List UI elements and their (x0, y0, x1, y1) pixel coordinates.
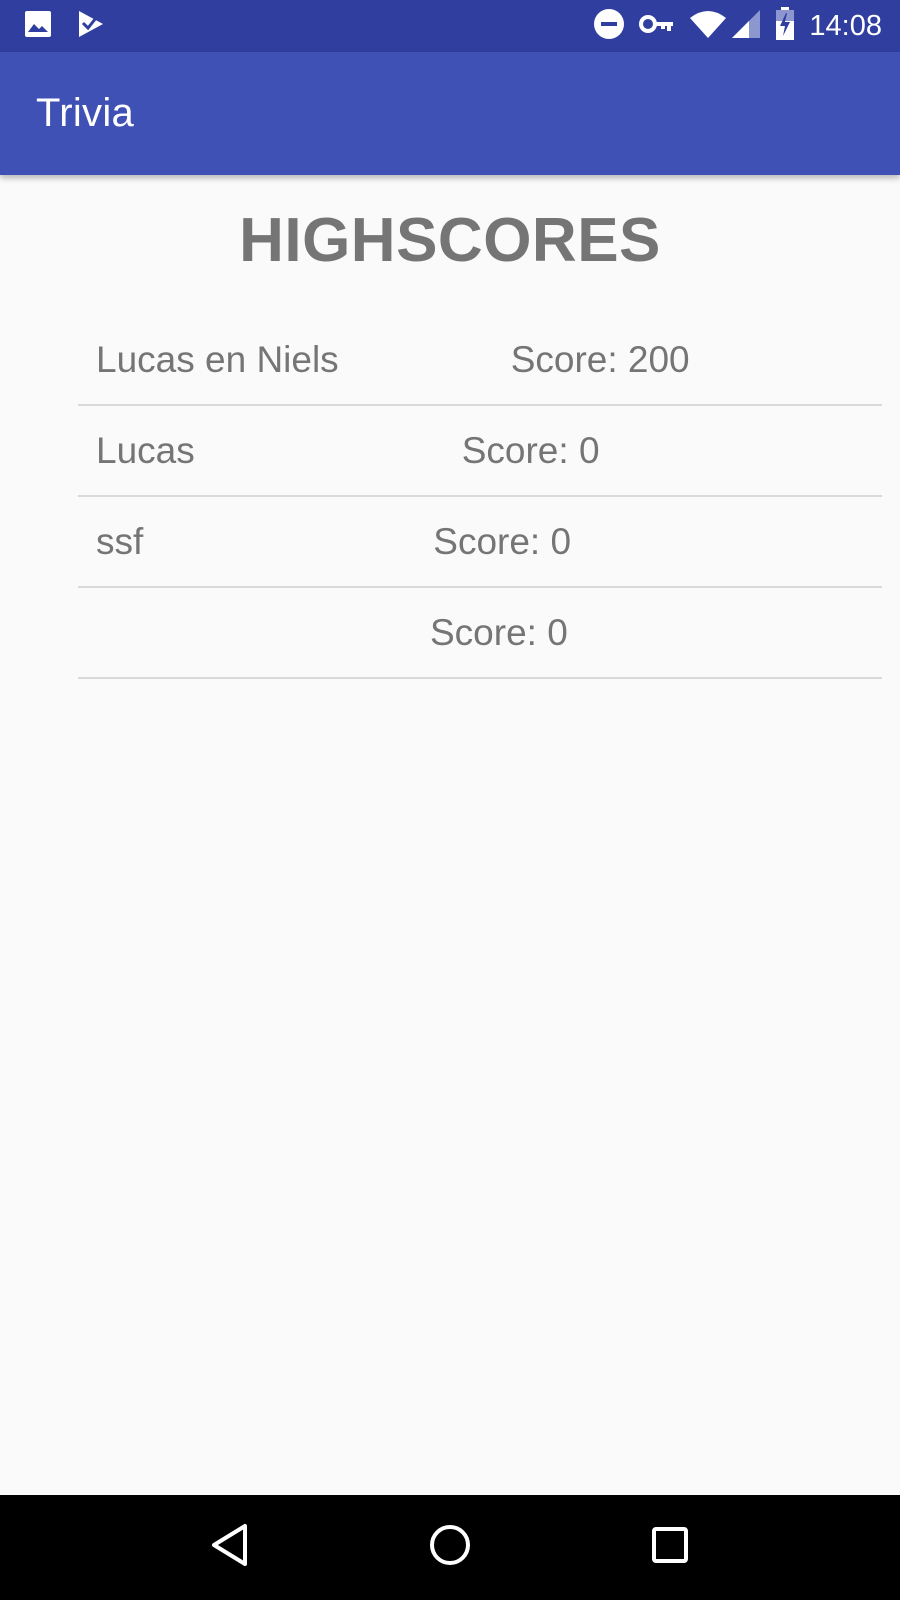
list-item[interactable]: Lucas en Niels Score: 200 (78, 315, 882, 406)
home-icon (428, 1523, 472, 1572)
player-score: Score: 0 (461, 429, 600, 471)
player-score: Score: 0 (430, 611, 568, 653)
player-name: ssf (96, 520, 144, 562)
player-score: Score: 200 (510, 338, 690, 380)
do-not-disturb-icon (593, 8, 625, 45)
list-item[interactable]: Score: 0 (78, 588, 882, 679)
check-app-icon (76, 9, 106, 44)
status-left-icons (24, 9, 130, 44)
home-button[interactable] (410, 1508, 490, 1588)
back-icon (210, 1523, 250, 1572)
player-name: Lucas en Niels (96, 338, 339, 380)
app-bar: Trivia (0, 52, 900, 175)
main-content: HIGHSCORES Lucas en Niels Score: 200 Luc… (0, 175, 900, 1495)
recents-icon (650, 1525, 690, 1570)
wifi-icon (689, 9, 727, 44)
recents-button[interactable] (630, 1508, 710, 1588)
player-name: Lucas (96, 429, 195, 471)
back-button[interactable] (190, 1508, 270, 1588)
image-icon (24, 10, 52, 43)
highscore-list[interactable]: Lucas en Niels Score: 200 Lucas Score: 0… (78, 315, 882, 679)
list-item[interactable]: Lucas Score: 0 (78, 406, 882, 497)
status-clock: 14:08 (809, 9, 882, 42)
navigation-bar (0, 1495, 900, 1600)
vpn-key-icon (639, 12, 675, 41)
signal-icon (731, 9, 761, 44)
page-title: HIGHSCORES (239, 206, 661, 275)
battery-icon (775, 6, 795, 46)
list-item[interactable]: ssf Score: 0 (78, 497, 882, 588)
status-bar: 14:08 (0, 0, 900, 52)
app-title: Trivia (36, 91, 135, 135)
status-right-icons: 14:08 (579, 6, 882, 46)
player-score: Score: 0 (433, 520, 572, 562)
